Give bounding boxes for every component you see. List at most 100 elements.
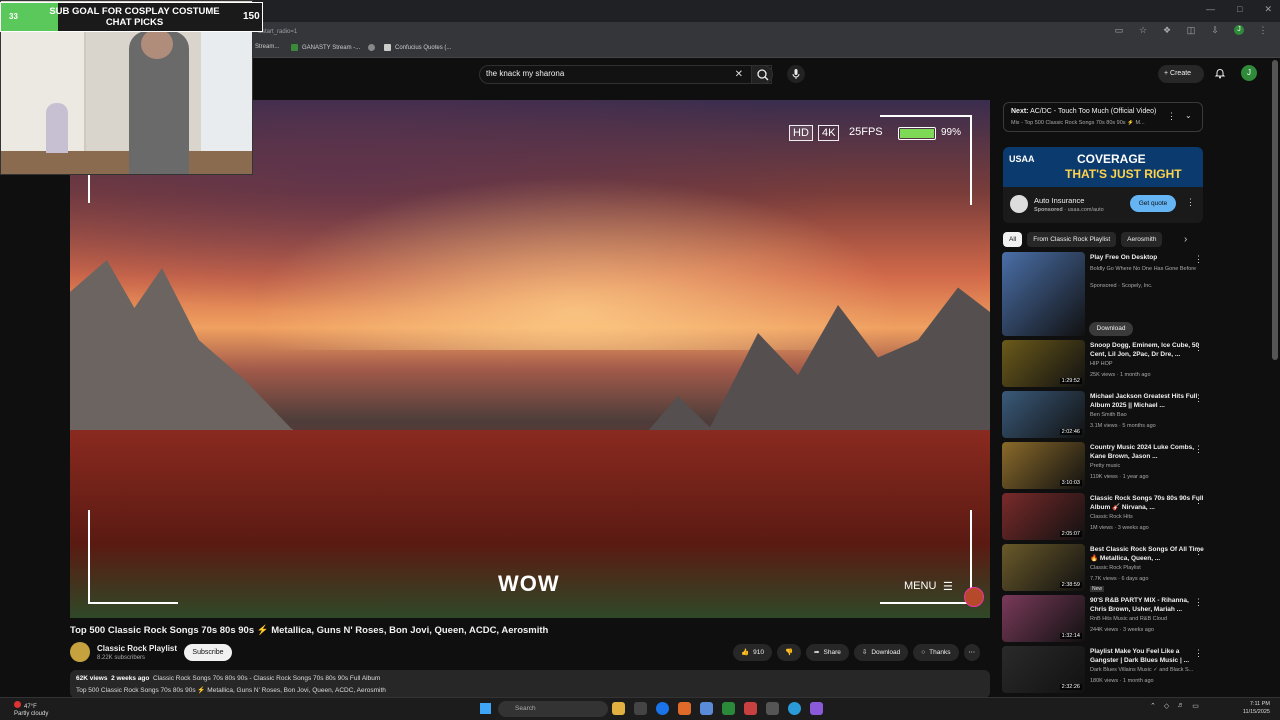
recommendation-item[interactable]: 2:32:26 Playlist Make You Feel Like a Gan… bbox=[1002, 646, 1207, 697]
more-icon[interactable]: ⋮ bbox=[1194, 597, 1203, 608]
close-icon[interactable]: ✕ bbox=[1264, 4, 1272, 15]
ad-card[interactable]: USAA COVERAGE THAT'S JUST RIGHT Auto Ins… bbox=[1003, 147, 1203, 223]
recommendation-item[interactable]: Play Free On Desktop Boldly Go Where No O… bbox=[1002, 252, 1207, 340]
weather-widget[interactable]: 47°F Partly cloudy bbox=[14, 701, 48, 718]
chevron-down-icon[interactable]: ⌄ bbox=[1185, 111, 1192, 120]
more-icon[interactable]: ⋮ bbox=[1194, 444, 1203, 455]
channel-name[interactable]: Classic Rock Playlist bbox=[97, 644, 177, 653]
more-actions-button[interactable]: ⋯ bbox=[963, 644, 980, 661]
video-thumbnail[interactable]: 2:32:26 bbox=[1002, 646, 1085, 693]
app-icon[interactable] bbox=[744, 702, 757, 715]
network-icon[interactable]: ◇ bbox=[1164, 702, 1169, 710]
excel-icon[interactable] bbox=[722, 702, 735, 715]
recommendation-item[interactable]: 2:05:07 Classic Rock Songs 70s 80s 90s Fu… bbox=[1002, 493, 1207, 544]
notifications-bell-icon[interactable] bbox=[1214, 67, 1226, 79]
duration-badge: 3:10:03 bbox=[1059, 480, 1082, 486]
extensions-icon[interactable]: ❖ bbox=[1162, 25, 1172, 35]
taskbar-clock[interactable]: 7:11 PM 11/15/2025 bbox=[1236, 700, 1270, 716]
file-explorer-icon[interactable] bbox=[612, 702, 625, 715]
cast-icon[interactable]: ▭ bbox=[1114, 25, 1124, 35]
create-button[interactable]: + Create bbox=[1158, 65, 1204, 83]
more-icon[interactable]: ⋮ bbox=[1194, 495, 1203, 506]
profile-icon[interactable]: J bbox=[1234, 25, 1244, 35]
minimize-icon[interactable]: — bbox=[1206, 4, 1215, 15]
recommendation-item[interactable]: 2:38:59 Best Classic Rock Songs Of All Ti… bbox=[1002, 544, 1207, 595]
edge-icon[interactable] bbox=[788, 702, 801, 715]
recommendation-item[interactable]: 2:02:46 Michael Jackson Greatest Hits Ful… bbox=[1002, 391, 1207, 442]
account-avatar[interactable]: J bbox=[1241, 65, 1257, 81]
video-thumbnail[interactable]: 2:05:07 bbox=[1002, 493, 1085, 540]
subscribe-button[interactable]: Subscribe bbox=[184, 644, 232, 661]
video-thumbnail[interactable]: 2:38:59 bbox=[1002, 544, 1085, 591]
video-thumbnail[interactable]: 1:29:52 bbox=[1002, 340, 1085, 387]
download-icon[interactable]: ⇩ bbox=[1210, 25, 1220, 35]
channel-watermark[interactable] bbox=[964, 587, 984, 607]
windows-start-icon[interactable] bbox=[480, 703, 491, 714]
task-view-icon[interactable] bbox=[634, 702, 647, 715]
microphone-icon bbox=[792, 69, 800, 79]
video-thumbnail[interactable]: 3:10:03 bbox=[1002, 442, 1085, 489]
search-button[interactable] bbox=[751, 65, 773, 84]
app-icon[interactable] bbox=[810, 702, 823, 715]
chevron-up-icon[interactable]: ⌃ bbox=[1150, 702, 1156, 710]
video-player[interactable]: HD 4K 25FPS 99% WOW MENU ☰ bbox=[70, 100, 990, 618]
4k-badge: 4K bbox=[818, 125, 840, 141]
menu-icon[interactable]: ⋮ bbox=[1258, 25, 1268, 35]
subscriber-count: 8.22K subscribers bbox=[97, 655, 146, 661]
battery-tray-icon[interactable]: ▭ bbox=[1192, 702, 1199, 710]
download-button[interactable]: ⇩ Download bbox=[853, 644, 909, 661]
video-thumbnail[interactable]: 1:32:14 bbox=[1002, 595, 1085, 642]
more-icon[interactable]: ⋮ bbox=[1194, 546, 1203, 557]
get-quote-button[interactable]: Get quote bbox=[1130, 195, 1176, 212]
download-button[interactable]: Download bbox=[1089, 322, 1133, 336]
thumbs-down-icon: 👎 bbox=[784, 649, 794, 656]
bookmark-item[interactable] bbox=[368, 44, 375, 51]
video-thumbnail[interactable] bbox=[1002, 252, 1085, 336]
recommendation-item[interactable]: 3:10:03 Country Music 2024 Luke Combs, Ka… bbox=[1002, 442, 1207, 493]
more-icon[interactable]: ⋮ bbox=[1194, 254, 1203, 265]
chip-from-channel[interactable]: From Classic Rock Playlist bbox=[1027, 232, 1117, 247]
maximize-icon[interactable]: □ bbox=[1237, 4, 1242, 15]
bookmark-item[interactable]: Confucius Quotes (... bbox=[384, 44, 451, 51]
video-thumbnail[interactable]: 2:02:46 bbox=[1002, 391, 1085, 438]
like-button[interactable]: 👍 910 bbox=[733, 644, 772, 661]
app-icon[interactable] bbox=[700, 702, 713, 715]
clear-icon[interactable]: ✕ bbox=[735, 69, 743, 80]
recommendation-item[interactable]: 1:32:14 90'S R&B PARTY MIX - Rihanna, Chr… bbox=[1002, 595, 1207, 646]
search-input[interactable] bbox=[486, 69, 726, 78]
app-icon[interactable] bbox=[678, 702, 691, 715]
more-icon[interactable]: ⋮ bbox=[1194, 342, 1203, 353]
up-next-box[interactable]: Next: AC/DC - Touch Too Much (Official V… bbox=[1003, 102, 1203, 132]
page-scrollbar[interactable] bbox=[1272, 60, 1278, 360]
recommendation-item[interactable]: 1:29:52 Snoop Dogg, Eminem, Ice Cube, 50 … bbox=[1002, 340, 1207, 391]
bookmark-item[interactable]: Stream... bbox=[255, 44, 279, 50]
chip-all[interactable]: All bbox=[1003, 232, 1023, 247]
url-bar[interactable]: &start_radio=1 bbox=[258, 25, 1108, 39]
channel-avatar[interactable] bbox=[70, 642, 90, 662]
app-icon[interactable] bbox=[766, 702, 779, 715]
more-icon[interactable]: ⋮ bbox=[1167, 111, 1176, 122]
more-icon[interactable]: ⋮ bbox=[1194, 648, 1203, 659]
chip-aerosmith[interactable]: Aerosmith bbox=[1121, 232, 1163, 247]
up-next-subtitle: Mix - Top 500 Classic Rock Songs 70s 80s… bbox=[1011, 120, 1145, 126]
taskbar-search[interactable]: Search bbox=[498, 701, 608, 717]
clock-time: 7:11 PM bbox=[1249, 701, 1270, 707]
webcam-floor bbox=[1, 151, 252, 174]
more-icon[interactable]: ⋮ bbox=[1186, 197, 1195, 208]
star-icon[interactable]: ☆ bbox=[1138, 25, 1148, 35]
share-button[interactable]: ➦ Share bbox=[806, 644, 849, 661]
more-icon[interactable]: ⋮ bbox=[1194, 393, 1203, 404]
volume-icon[interactable]: ♬ bbox=[1177, 702, 1184, 710]
chrome-icon[interactable] bbox=[656, 702, 669, 715]
duration-badge: 1:29:52 bbox=[1059, 378, 1082, 384]
recommendation-views: 1M views · 3 weeks ago bbox=[1090, 525, 1149, 531]
bookmark-item[interactable]: GANASTY Stream -... bbox=[291, 44, 360, 51]
dislike-button[interactable]: 👎 bbox=[776, 644, 802, 661]
description-box[interactable]: 62K views 2 weeks ago Classic Rock Songs… bbox=[70, 670, 990, 698]
sidepanel-icon[interactable]: ◫ bbox=[1186, 25, 1196, 35]
thanks-button[interactable]: ○ Thanks bbox=[913, 644, 959, 661]
search-box[interactable]: ✕ bbox=[479, 65, 772, 84]
voice-search-button[interactable] bbox=[787, 65, 805, 83]
video-tags: Classic Rock Songs 70s 80s 90s - Classic… bbox=[153, 675, 381, 682]
chevron-right-icon[interactable]: › bbox=[1184, 234, 1187, 245]
